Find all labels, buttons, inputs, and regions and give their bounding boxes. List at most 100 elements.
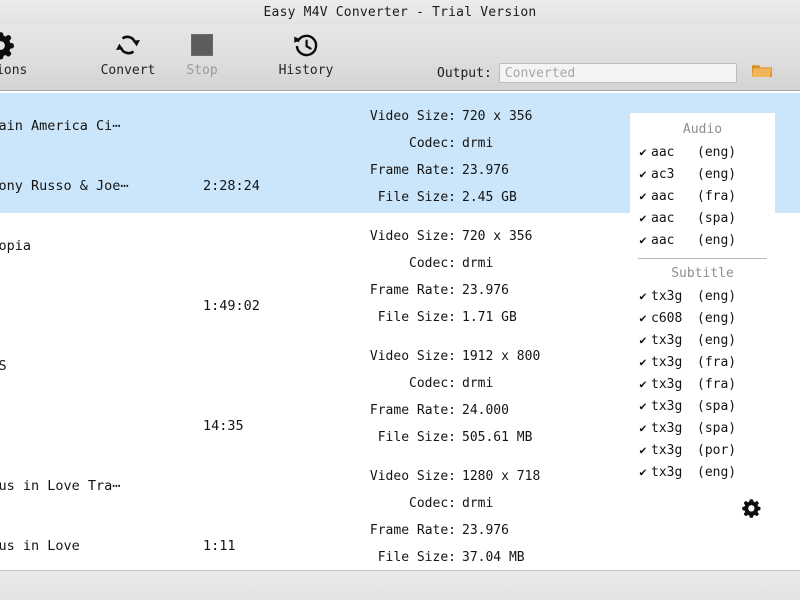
audio-track-language: (eng) (697, 232, 737, 248)
media-meta: Video Size: 1912 x 800 Codec: drmi Frame R… (330, 343, 590, 451)
file-size-label: File Size: (377, 190, 456, 205)
file-size-value: 37.04 MB (462, 550, 525, 565)
video-size-value: 1912 x 800 (462, 349, 541, 364)
video-size-label: Video Size: (369, 109, 456, 124)
video-size-label: Video Size: (369, 349, 456, 364)
frame-rate-value: 24.000 (462, 403, 509, 418)
media-subtitle: Famous in Love (0, 538, 80, 554)
subtitle-track-codec: tx3g (651, 398, 683, 414)
options-label: Options (0, 63, 28, 78)
checkmark-icon: ✔ (639, 145, 647, 159)
output-group: Output: Converted (437, 62, 774, 84)
folder-icon (751, 62, 773, 84)
codec-value: drmi (462, 136, 494, 151)
subtitle-track-language: (spa) (697, 398, 737, 414)
gear-icon (0, 28, 16, 62)
audio-track-item[interactable]: ✔ aac (eng) (630, 229, 775, 251)
options-button[interactable]: Options (0, 28, 48, 86)
media-meta: Video Size: 720 x 356 Codec: drmi Frame Ra… (330, 103, 590, 211)
audio-track-codec: aac (651, 144, 675, 160)
frame-rate-label: Frame Rate: (369, 523, 456, 538)
subtitle-track-item[interactable]: ✔ tx3g (spa) (630, 417, 775, 439)
audio-track-item[interactable]: ✔ ac3 (eng) (630, 163, 775, 185)
track-settings-button[interactable] (739, 498, 763, 522)
subtitle-track-list: ✔ tx3g (eng) ✔ c608 (eng) ✔ tx3g (eng) ✔ tx3g (fra)… (630, 285, 775, 483)
frame-rate-label: Frame Rate: (369, 163, 456, 178)
file-size-label: File Size: (377, 430, 456, 445)
audio-track-codec: aac (651, 210, 675, 226)
subtitle-track-item[interactable]: ✔ tx3g (por) (630, 439, 775, 461)
audio-track-codec: ac3 (651, 166, 675, 182)
subtitle-track-codec: tx3g (651, 332, 683, 348)
output-label: Output: (437, 65, 492, 81)
clock-back-icon (291, 28, 321, 62)
subtitle-track-item[interactable]: ✔ tx3g (fra) (630, 373, 775, 395)
output-path-value: Converted (504, 65, 576, 81)
file-size-label: File Size: (377, 310, 456, 325)
checkmark-icon: ✔ (639, 189, 647, 203)
frame-rate-value: 23.976 (462, 523, 509, 538)
subtitle-track-language: (por) (697, 442, 737, 458)
audio-track-item[interactable]: ✔ aac (spa) (630, 207, 775, 229)
refresh-icon (113, 28, 143, 62)
codec-label: Codec: (409, 376, 456, 391)
frame-rate-label: Frame Rate: (369, 403, 456, 418)
subtitle-track-language: (eng) (697, 288, 737, 304)
subtitle-track-codec: tx3g (651, 442, 683, 458)
subtitle-track-codec: tx3g (651, 354, 683, 370)
checkmark-icon: ✔ (639, 333, 647, 347)
audio-track-language: (eng) (697, 144, 737, 160)
subtitle-track-codec: tx3g (651, 376, 683, 392)
media-duration: 1:11 (203, 538, 236, 554)
subtitle-track-language: (eng) (697, 310, 737, 326)
audio-track-item[interactable]: ✔ aac (fra) (630, 185, 775, 207)
audio-track-codec: aac (651, 188, 675, 204)
audio-track-language: (spa) (697, 210, 737, 226)
output-path-input[interactable]: Converted (498, 63, 737, 83)
checkmark-icon: ✔ (639, 355, 647, 369)
subtitle-track-item[interactable]: ✔ c608 (eng) (630, 307, 775, 329)
history-label: History (278, 63, 334, 78)
stop-square-icon (191, 28, 213, 62)
audio-track-language: (eng) (697, 166, 737, 182)
media-duration: 1:49:02 (203, 298, 260, 314)
history-button[interactable]: History (258, 28, 354, 86)
track-selection-panel: Audio ✔ aac (eng) ✔ ac3 (eng) ✔ aac (fra) ✔ aac (sp… (630, 113, 775, 491)
codec-label: Codec: (409, 496, 456, 511)
audio-track-list: ✔ aac (eng) ✔ ac3 (eng) ✔ aac (fra) ✔ aac (spa) ✔ aac… (630, 141, 775, 251)
checkmark-icon: ✔ (639, 399, 647, 413)
checkmark-icon: ✔ (639, 465, 647, 479)
codec-value: drmi (462, 256, 494, 271)
video-size-value: 720 x 356 (462, 109, 533, 124)
subtitle-track-item[interactable]: ✔ tx3g (eng) (630, 461, 775, 483)
checkmark-icon: ✔ (639, 443, 647, 457)
media-title: Captain America Ci⋯ (0, 118, 121, 134)
subtitle-track-item[interactable]: ✔ tx3g (eng) (630, 285, 775, 307)
stop-button[interactable]: Stop (154, 28, 250, 86)
checkmark-icon: ✔ (639, 167, 647, 181)
media-subtitle: Anthony Russo & Joe⋯ (0, 178, 129, 194)
checkmark-icon: ✔ (639, 233, 647, 247)
codec-value: drmi (462, 376, 494, 391)
window-title: Easy M4V Converter - Trial Version (263, 4, 537, 20)
subtitle-track-language: (eng) (697, 464, 737, 480)
audio-section-heading: Audio (682, 122, 723, 137)
subtitle-track-language: (eng) (697, 332, 737, 348)
media-title: Famous in Love Tra⋯ (0, 478, 121, 494)
subtitle-track-item[interactable]: ✔ tx3g (spa) (630, 395, 775, 417)
audio-track-item[interactable]: ✔ aac (eng) (630, 141, 775, 163)
file-size-label: File Size: (377, 550, 456, 565)
stop-label: Stop (186, 63, 218, 78)
subtitle-track-codec: c608 (651, 310, 683, 326)
subtitle-track-item[interactable]: ✔ tx3g (eng) (630, 329, 775, 351)
codec-value: drmi (462, 496, 494, 511)
file-size-value: 505.61 MB (462, 430, 533, 445)
subtitle-track-item[interactable]: ✔ tx3g (fra) (630, 351, 775, 373)
subtitle-track-codec: tx3g (651, 420, 683, 436)
video-size-label: Video Size: (369, 229, 456, 244)
media-title: Zootopia (0, 238, 32, 254)
media-meta: Video Size: 1280 x 718 Codec: drmi Frame R… (330, 463, 590, 571)
browse-folder-button[interactable] (750, 62, 774, 84)
file-size-value: 1.71 GB (462, 310, 517, 325)
video-size-value: 720 x 356 (462, 229, 533, 244)
